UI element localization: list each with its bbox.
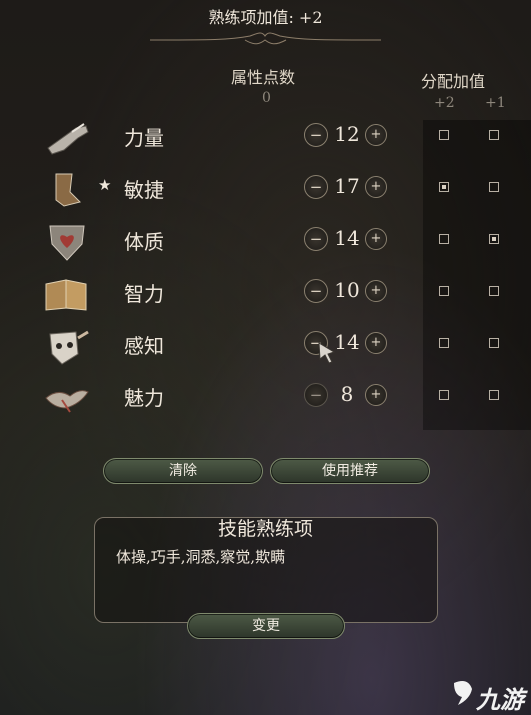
bonus-plus1-checkbox[interactable]: [489, 286, 499, 296]
ability-row-4: 感知 −14 +: [0, 328, 531, 380]
ability-name: 感知: [124, 334, 164, 358]
bonus-plus1-checkbox[interactable]: [489, 390, 499, 400]
bonus-plus2-checkbox[interactable]: [439, 130, 449, 140]
boot-icon: [55, 173, 81, 207]
bonus-plus2-checkbox[interactable]: [439, 338, 449, 348]
bonus-plus2-checkbox[interactable]: [439, 234, 449, 244]
star-icon: ★: [98, 176, 112, 194]
decrease-button[interactable]: −: [304, 383, 328, 407]
assign-bonus-label: 分配加值: [421, 72, 486, 91]
bonus-plus2-header: +2: [434, 95, 455, 111]
ability-score: 17: [334, 174, 360, 198]
bonus-plus1-checkbox[interactable]: [489, 338, 499, 348]
ability-name: 智力: [124, 282, 164, 306]
bonus-plus1-checkbox[interactable]: [489, 234, 499, 244]
decrease-button[interactable]: −: [304, 123, 328, 147]
bonus-plus1-checkbox[interactable]: [489, 130, 499, 140]
ability-row-5: 魅力 −8 +: [0, 380, 531, 432]
watermark-text: 九游: [476, 686, 524, 714]
increase-button[interactable]: +: [365, 332, 387, 354]
ability-score: 10: [334, 278, 360, 302]
bird-icon: [45, 390, 89, 413]
ornament-divider: [150, 32, 381, 45]
ability-row-0: 力量 −12 +: [0, 120, 531, 172]
ability-row-1: ★ 敏捷 −17 +: [0, 172, 531, 224]
decrease-button[interactable]: −: [304, 175, 328, 199]
bonus-plus1-header: +1: [485, 95, 506, 111]
increase-button[interactable]: +: [365, 124, 387, 146]
change-button[interactable]: 变更: [187, 613, 345, 639]
ability-score: 14: [334, 226, 360, 250]
decrease-button[interactable]: −: [304, 279, 328, 303]
ability-score: 12: [334, 122, 360, 146]
proficiency-bonus-title: 熟练项加值: +2: [208, 8, 323, 27]
increase-button[interactable]: +: [365, 280, 387, 302]
attribute-points-label: 属性点数: [231, 68, 296, 87]
book-icon: [45, 279, 87, 311]
attribute-points-value: 0: [262, 90, 271, 106]
ability-name: 力量: [124, 126, 164, 150]
skill-proficiency-list: 体操,巧手,洞悉,察觉,欺瞒: [116, 548, 286, 566]
ability-row-3: 智力 −10 +: [0, 276, 531, 328]
increase-button[interactable]: +: [365, 384, 387, 406]
mask-icon: [49, 330, 89, 365]
increase-button[interactable]: +: [365, 176, 387, 198]
increase-button[interactable]: +: [365, 228, 387, 250]
ability-name: 体质: [124, 230, 164, 254]
ability-score: 8: [340, 382, 354, 406]
bonus-plus2-checkbox[interactable]: [439, 390, 449, 400]
heart-shield-icon: [49, 225, 85, 261]
clear-button[interactable]: 清除: [103, 458, 263, 484]
ability-name: 魅力: [124, 386, 164, 410]
bonus-plus1-checkbox[interactable]: [489, 182, 499, 192]
ability-row-2: 体质 −14 +: [0, 224, 531, 276]
gauntlet-icon: [47, 123, 89, 155]
skill-proficiency-title: 技能熟练项: [217, 518, 313, 540]
bonus-plus2-checkbox[interactable]: [439, 182, 449, 192]
decrease-button[interactable]: −: [304, 227, 328, 251]
bonus-plus2-checkbox[interactable]: [439, 286, 449, 296]
use-recommended-button[interactable]: 使用推荐: [270, 458, 430, 484]
ability-name: 敏捷: [124, 178, 164, 202]
gauntlet-cursor-icon: [318, 342, 336, 364]
